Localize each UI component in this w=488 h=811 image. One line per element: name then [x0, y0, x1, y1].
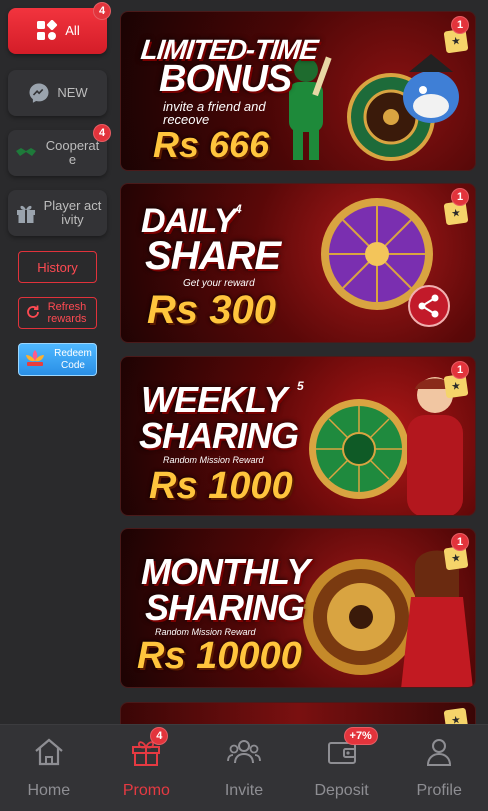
banner-daily-share[interactable]: DAILY 4 SHARE Get your reward Rs 300 ★ 1	[120, 183, 476, 343]
nav-profile[interactable]: Profile	[390, 725, 488, 811]
nav-profile-label: Profile	[416, 782, 462, 799]
banner-subtitle: Random Mission Reward	[163, 455, 264, 465]
nav-invite-label: Invite	[224, 782, 264, 799]
banner-badge: 1	[451, 16, 469, 34]
nav-deposit-label: Deposit	[314, 782, 369, 799]
banner-badge: 1	[451, 361, 469, 379]
nav-promo-label: Promo	[122, 782, 170, 799]
tab-all[interactable]: All 4	[8, 2, 111, 54]
grid-icon	[35, 19, 59, 43]
hot-tag-icon: ★	[443, 707, 469, 724]
tab-new[interactable]: NEW	[8, 70, 107, 116]
banner-title-line2: BONUS	[159, 58, 292, 100]
lotus-icon	[23, 348, 47, 372]
nav-promo-badge: 4	[150, 727, 169, 745]
banner-title-line2: SHARE	[145, 234, 281, 278]
banner-title-superscript: 4	[235, 202, 242, 216]
banner-background	[121, 703, 475, 724]
banner-title-superscript: 5	[297, 379, 304, 393]
nav-promo[interactable]: Promo 4	[98, 725, 196, 811]
home-icon	[33, 737, 65, 772]
person-icon	[423, 737, 455, 772]
banner-monthly-sharing[interactable]: MONTHLY SHARING Random Mission Reward Rs…	[120, 528, 476, 688]
refresh-label: Refresh rewards	[47, 301, 87, 325]
category-sidebar: All 4 NEW Cooperate 4 Player activity Hi…	[0, 0, 116, 724]
users-icon	[227, 737, 261, 772]
banner-amount: Rs 666	[153, 124, 270, 165]
shark-mascot-illustration	[403, 54, 459, 123]
refresh-rewards-button[interactable]: Refresh rewards	[18, 297, 97, 329]
nav-home-label: Home	[27, 782, 71, 799]
tab-cooperate-label: Cooperate	[45, 138, 100, 167]
bottom-navigation: Home Promo 4 Invite Deposit +7% Profile	[0, 724, 488, 811]
banner-subtitle: invite a friend and receove	[163, 99, 266, 127]
banner-badge: 1	[451, 188, 469, 206]
redeem-code-button[interactable]: Redeem Code	[18, 343, 97, 376]
nav-invite[interactable]: Invite	[195, 725, 293, 811]
tab-all-badge: 4	[93, 2, 111, 20]
banner-title-line2: SHARING	[139, 415, 299, 456]
banner-amount: Rs 10000	[137, 635, 302, 677]
history-label: History	[37, 259, 78, 275]
banner-weekly-sharing[interactable]: WEEKLY 5 SHARING Random Mission Reward R…	[120, 356, 476, 516]
tab-cooperate-badge: 4	[93, 124, 111, 142]
tab-all-label: All	[65, 23, 80, 38]
tab-player-activity[interactable]: Player activity	[8, 190, 107, 236]
gift-box-icon	[14, 201, 38, 225]
tab-new-label: NEW	[57, 85, 88, 100]
promo-screen: All 4 NEW Cooperate 4 Player activity Hi…	[0, 0, 488, 811]
nav-deposit[interactable]: Deposit +7%	[293, 725, 391, 811]
banner-limited-time-bonus[interactable]: LIMITED-TIME BONUS invite a friend and r…	[120, 11, 476, 171]
tab-cooperate[interactable]: Cooperate 4	[8, 124, 111, 176]
nav-deposit-badge: +7%	[343, 727, 378, 745]
share-icon	[408, 285, 450, 327]
messenger-icon	[27, 81, 51, 105]
history-button[interactable]: History	[18, 251, 97, 283]
redeem-label: Redeem Code	[54, 347, 92, 371]
banner-amount: Rs 1000	[149, 465, 293, 507]
refresh-icon	[25, 304, 41, 323]
handshake-icon	[14, 141, 38, 165]
nav-home[interactable]: Home	[0, 725, 98, 811]
banner-badge: 1	[451, 533, 469, 551]
banner-partial[interactable]: ★	[120, 702, 476, 724]
banner-amount: Rs 300	[147, 288, 276, 332]
tab-player-activity-label: Player activity	[43, 198, 102, 227]
banner-title-line2: SHARING	[145, 587, 305, 628]
